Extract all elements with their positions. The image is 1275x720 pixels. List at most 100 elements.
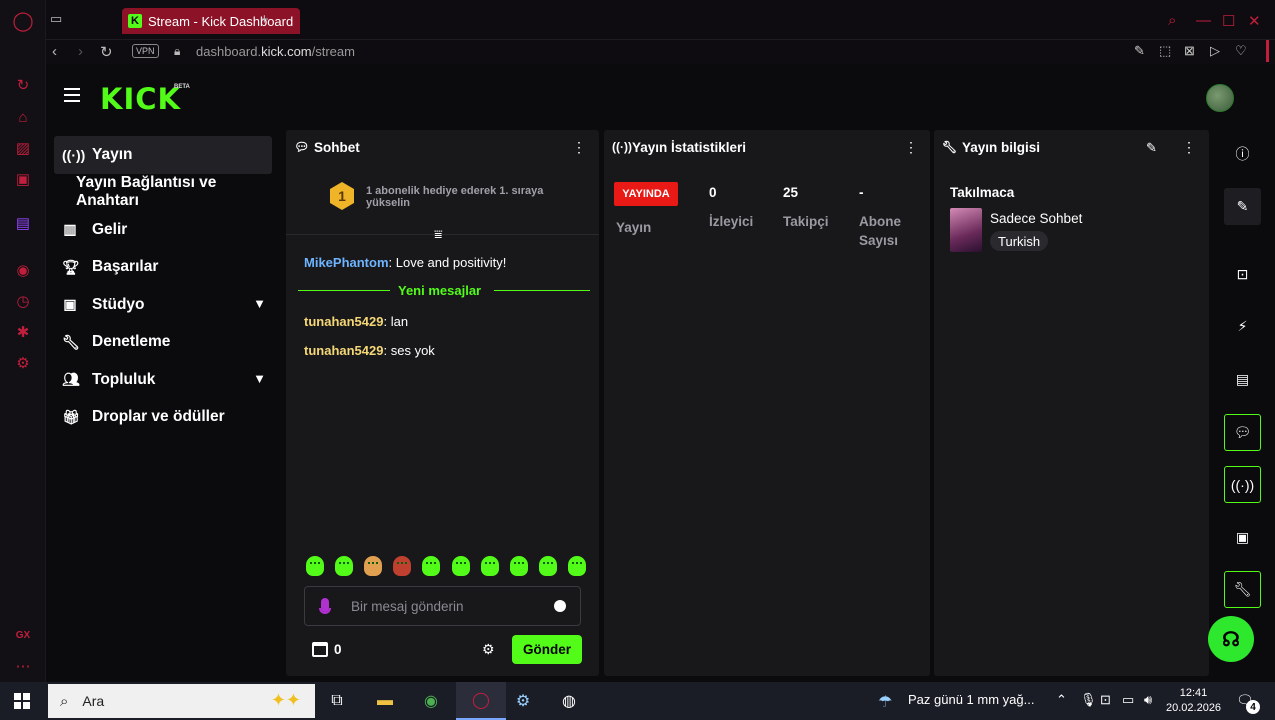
reload-button[interactable]: ↻ [100,43,113,61]
player-icon[interactable]: ◉ [13,260,33,280]
snapshot-icon[interactable]: ⬚ [1159,43,1171,59]
info-menu-icon[interactable]: ⋮ [1182,140,1196,154]
heart-icon[interactable]: ♡ [1235,43,1247,59]
tab-kick-dashboard[interactable]: K Stream - Kick Dashboard [122,8,300,34]
steam-icon[interactable]: ⚙ [510,688,536,714]
forward-button[interactable]: › [78,43,83,60]
community-icon: 👥︎ [62,371,80,388]
refresh-icon[interactable]: ↻ [13,75,33,95]
emote-icon[interactable] [480,556,499,576]
emote-icon[interactable] [306,556,324,576]
sidebar-item-studio[interactable]: ▣ Stüdyo ▼ [54,286,272,324]
chat-username[interactable]: tunahan5429 [304,314,383,329]
avatar[interactable] [1206,84,1234,112]
gift-icon: 🎁︎ [62,408,80,425]
store-icon[interactable] [312,642,328,657]
kick-favicon-icon: K [128,14,142,28]
sidebar-item-stream[interactable]: ((·)) Yayın [54,136,272,174]
url-field[interactable]: dashboard.kick.com/stream [196,44,355,59]
edit-icon[interactable]: ✎ [1146,140,1157,156]
stats-menu-icon[interactable]: ⋮ [904,140,918,154]
settings-icon[interactable]: ⚙ [13,353,33,373]
chat-panel: 💬︎ Sohbet ⋮ 1 1 abonelik hediye ederek 1… [286,130,599,676]
notes-icon[interactable]: ▤ [1224,361,1261,398]
chat-username[interactable]: tunahan5429 [304,343,383,358]
gx-icon[interactable]: GX [13,625,33,645]
mic-tray-icon[interactable]: 🎙︎ [1080,692,1097,708]
info-header: 🔧︎ Yayın bilgisi [934,130,1209,164]
extensions-icon[interactable]: ✱ [13,322,33,342]
file-explorer-icon[interactable]: ▬ [372,688,398,714]
opera-gx-taskbar-icon[interactable]: ◯ [456,682,506,720]
opera-logo-icon[interactable]: ◯ [12,11,33,32]
bot-icon[interactable]: ⌂ [13,107,33,127]
send-button[interactable]: Gönder [512,635,582,664]
pin-icon[interactable]: ✎ [1134,43,1145,59]
scroll-to-latest-icon[interactable]: ⩸ [434,226,443,243]
obs-icon[interactable]: ◍ [556,688,582,714]
sidebar-item-achievements[interactable]: 🏆︎ Başarılar [54,249,272,287]
tray-app-icon[interactable]: ⊡ [1100,692,1111,708]
emote-icon[interactable] [567,556,586,576]
task-view-icon[interactable]: ⧉ [324,688,350,714]
lightning-icon[interactable]: ⚡︎ [1224,308,1261,345]
adblock-icon[interactable]: ⊠ [1184,43,1195,59]
sidebar-item-revenue[interactable]: ▥ Gelir [54,211,272,249]
emote-icon[interactable] [509,556,528,576]
emote-icon[interactable] [335,556,354,576]
lock-icon[interactable]: 🔒︎ [174,44,180,59]
tray-chevron-icon[interactable]: ⌃ [1056,692,1067,708]
studio-toggle-icon[interactable]: ▣ [1224,519,1261,556]
sidebar-item-community[interactable]: 👥︎ Topluluk ▼ [54,361,272,399]
history-icon[interactable]: ◷ [13,291,33,311]
broadcast-toggle-icon[interactable]: ((·)) [1224,466,1261,503]
sidebar-item-moderation[interactable]: 🔧︎ Denetleme [54,324,272,362]
volume-icon[interactable]: 🔊︎ [1144,692,1152,708]
stream-title: Takılmaca [950,185,1015,200]
menu-icon[interactable] [64,88,80,102]
search-icon[interactable]: ⌕ [1168,12,1176,29]
sidebar-item-stream-key[interactable]: Yayın Bağlantısı ve Anahtarı [54,174,272,212]
weather-text[interactable]: Paz günü 1 mm yağ... [908,692,1034,707]
clock[interactable]: 12:41 20.02.2026 [1166,686,1221,716]
emote-icon[interactable] [364,556,383,576]
emote-icon[interactable] [422,556,441,576]
kick-logo[interactable]: KICK [100,82,181,116]
maximize-button[interactable]: ☐ [1222,12,1235,30]
back-button[interactable]: ‹ [52,43,57,60]
chrome-icon[interactable]: ◉ [418,688,444,714]
emoji-icon[interactable] [554,600,566,612]
chat-menu-icon[interactable]: ⋮ [572,140,586,154]
screenshot-icon[interactable]: ⊡ [1224,256,1261,293]
emote-icon[interactable] [451,556,470,576]
taskbar: ⌕ Ara ✦✦ ⧉ ▬ ◉ ◯ ⚙ ◍ ☂ Paz günü 1 mm yağ… [0,682,1275,720]
wrench-toggle-icon[interactable]: 🔧︎ [1224,571,1261,608]
chat-settings-icon[interactable]: ⚙ [482,641,495,658]
close-button[interactable]: ✕ [1248,12,1261,30]
windows-start-icon[interactable] [14,693,30,709]
category-thumbnail[interactable] [950,208,982,252]
network-icon[interactable]: ▭ [1122,692,1134,708]
twitch-icon[interactable]: ▤ [13,213,33,233]
vpn-badge[interactable]: VPN [132,44,159,58]
edit-icon[interactable]: ✎ [1224,188,1261,225]
gift-leaderboard[interactable]: 1 1 abonelik hediye ederek 1. sıraya yük… [330,182,560,212]
new-tab-button[interactable]: + [260,11,269,28]
tab-manager-icon[interactable]: ▭ [50,11,62,27]
messenger-icon[interactable]: ▣ [13,169,33,189]
more-icon[interactable]: ⋯ [13,656,33,676]
stream-stats-panel: ((·)) Yayın İstatistikleri ⋮ YAYINDA Yay… [604,130,930,676]
emote-icon[interactable] [393,556,412,576]
chat-username[interactable]: MikePhantom [304,255,389,270]
category-name[interactable]: Sadece Sohbet [990,211,1082,226]
chat-toggle-icon[interactable]: 💬︎ [1224,414,1261,451]
sidebar-item-drops[interactable]: 🎁︎ Droplar ve ödüller [54,399,272,437]
chat-input[interactable]: Bir mesaj gönderin [304,586,581,626]
taskbar-search[interactable]: ⌕ Ara ✦✦ [48,684,315,718]
minimize-button[interactable]: — [1196,12,1211,29]
emote-icon[interactable] [538,556,557,576]
media-icon[interactable]: ▨ [13,138,33,158]
support-headset-icon[interactable]: ☊ [1208,616,1254,662]
info-icon[interactable]: ⓘ [1224,135,1261,172]
player-control-icon[interactable]: ▷ [1210,43,1220,59]
